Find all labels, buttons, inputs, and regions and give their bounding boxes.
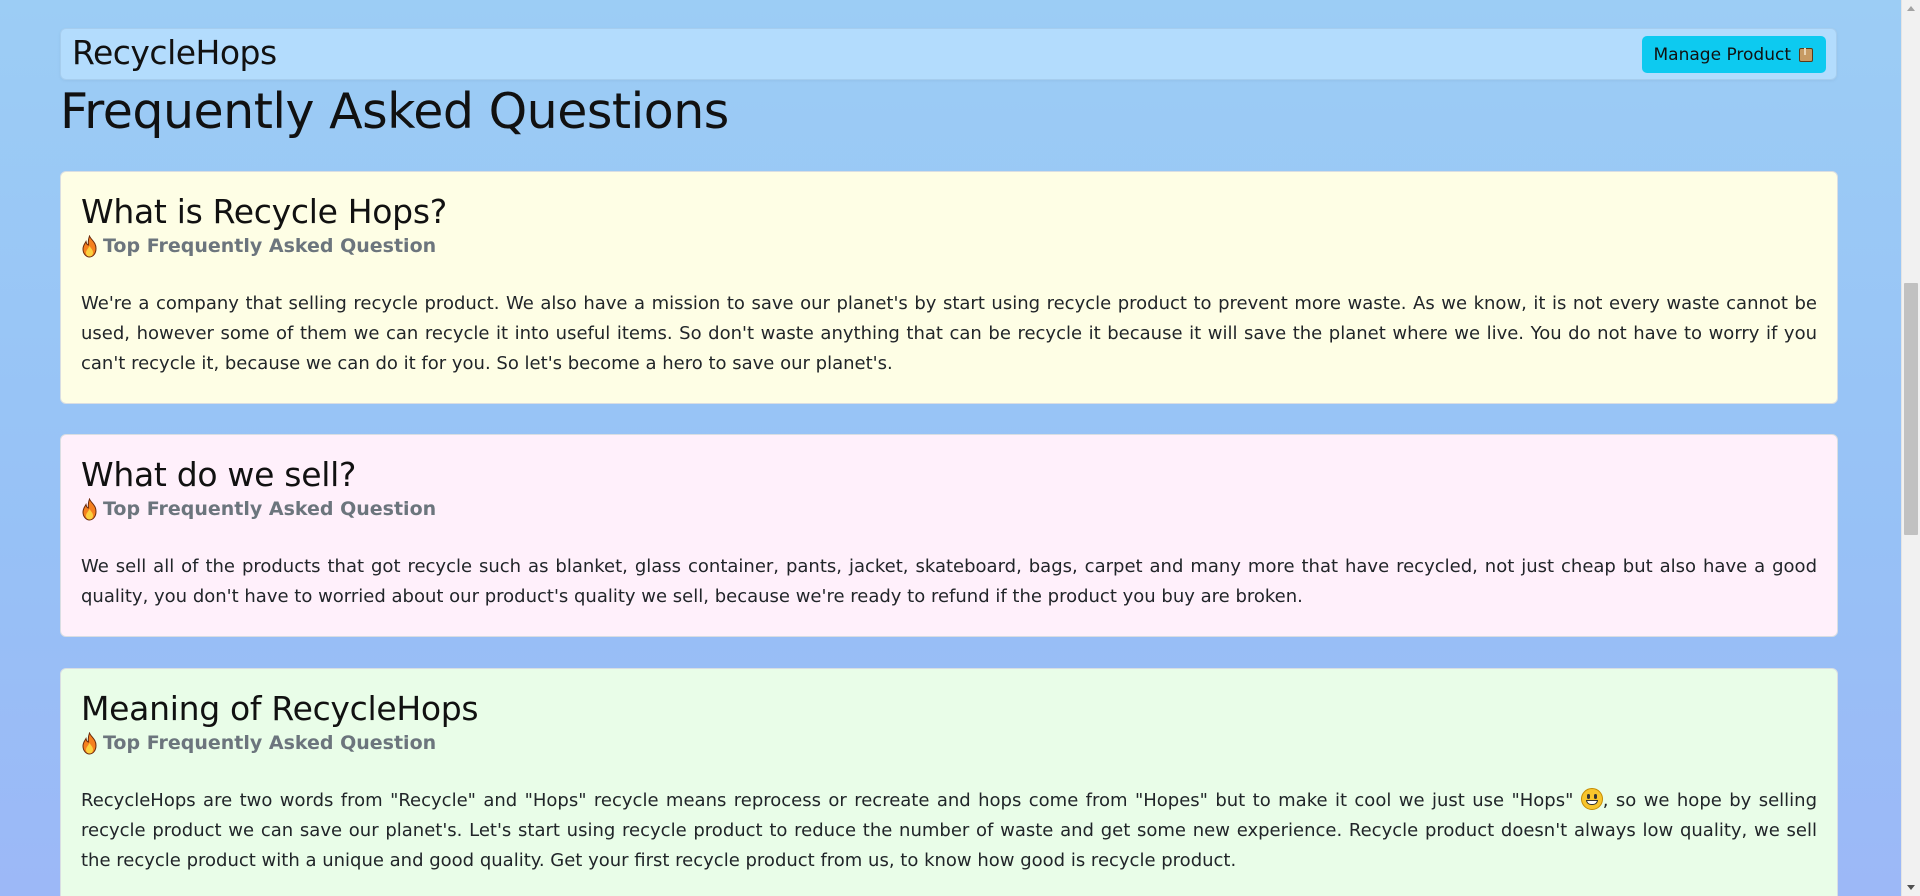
faq-tag-label: Top Frequently Asked Question — [103, 235, 437, 257]
manage-product-label: Manage Product — [1653, 44, 1791, 65]
faq-tag-label: Top Frequently Asked Question — [103, 732, 437, 754]
faq-answer: We sell all of the products that got rec… — [81, 556, 1817, 607]
brand-link[interactable]: RecycleHops — [72, 33, 277, 73]
grinning-face-icon — [1580, 788, 1603, 810]
faq-question: What is Recycle Hops? — [81, 192, 447, 231]
faq-question: Meaning of RecycleHops — [81, 689, 479, 728]
faq-card: What is Recycle Hops? Top Frequently Ask… — [60, 171, 1838, 404]
fire-icon — [81, 731, 98, 755]
scrollbar-thumb[interactable] — [1904, 283, 1918, 535]
fire-icon — [81, 234, 98, 258]
faq-tag: Top Frequently Asked Question — [81, 233, 1817, 259]
faq-card: What do we sell? Top Frequently Asked Qu… — [60, 434, 1838, 637]
faq-answer: We're a company that selling recycle pro… — [81, 293, 1817, 374]
page-viewport: RecycleHops Manage Product Frequently As… — [0, 0, 1901, 896]
vertical-scrollbar[interactable] — [1901, 0, 1920, 896]
navbar: RecycleHops Manage Product — [60, 28, 1837, 80]
manage-product-button[interactable]: Manage Product — [1641, 36, 1826, 73]
faq-question: What do we sell? — [81, 455, 357, 494]
faq-tag: Top Frequently Asked Question — [81, 496, 1817, 522]
page-title: Frequently Asked Questions — [60, 83, 729, 140]
scroll-up-arrow-icon[interactable] — [1907, 6, 1915, 11]
faq-answer: RecycleHops are two words from "Recycle"… — [81, 786, 1817, 876]
faq-tag: Top Frequently Asked Question — [81, 730, 1817, 756]
faq-card: Meaning of RecycleHops Top Frequently As… — [60, 668, 1838, 896]
package-icon — [1797, 46, 1815, 64]
scroll-down-arrow-icon[interactable] — [1907, 885, 1915, 890]
faq-answer-part-1: RecycleHops are two words from "Recycle"… — [81, 790, 1581, 811]
faq-tag-label: Top Frequently Asked Question — [103, 498, 437, 520]
fire-icon — [81, 497, 98, 521]
